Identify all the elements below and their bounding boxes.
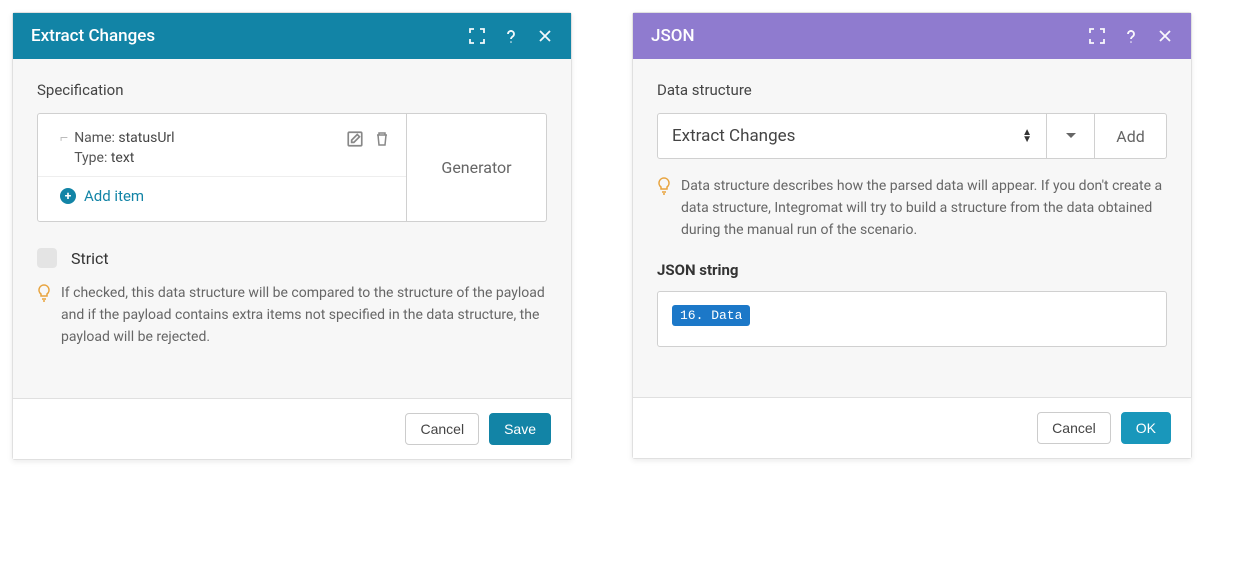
spec-type-line: Type: text xyxy=(74,148,346,168)
add-item-label: Add item xyxy=(84,187,144,205)
plus-circle-icon: + xyxy=(60,188,76,204)
json-pill[interactable]: 16. Data xyxy=(672,305,750,326)
lightbulb-icon xyxy=(657,177,671,195)
spec-name-line: Name: statusUrl xyxy=(74,128,346,148)
expand-icon[interactable] xyxy=(469,28,485,44)
delete-icon[interactable] xyxy=(374,130,390,148)
panel-title: Extract Changes xyxy=(31,26,469,46)
panel-body: Specification ⌐ Name: statusUrl Type: te… xyxy=(13,59,571,398)
data-structure-hint: Data structure describes how the parsed … xyxy=(657,175,1167,241)
data-structure-label: Data structure xyxy=(657,81,1167,99)
strict-hint-text: If checked, this data structure will be … xyxy=(61,282,547,348)
data-structure-hint-text: Data structure describes how the parsed … xyxy=(681,175,1167,241)
save-button[interactable]: Save xyxy=(489,413,551,445)
close-icon[interactable] xyxy=(1157,28,1173,44)
panel-title: JSON xyxy=(651,26,1089,46)
dropdown-button[interactable] xyxy=(1046,114,1094,158)
bracket-icon: ⌐ xyxy=(60,130,68,146)
close-icon[interactable] xyxy=(537,28,553,44)
specification-box: ⌐ Name: statusUrl Type: text xyxy=(37,113,547,222)
spec-actions xyxy=(346,130,390,148)
data-structure-select-row: Extract Changes ▲▼ Add xyxy=(657,113,1167,159)
json-string-input[interactable]: 16. Data xyxy=(657,291,1167,347)
chevron-down-icon xyxy=(1065,132,1077,140)
json-panel: JSON Data structure Extract Changes ▲▼ xyxy=(632,12,1192,459)
spec-left: ⌐ Name: statusUrl Type: text xyxy=(38,114,406,221)
panel-footer: Cancel OK xyxy=(633,397,1191,458)
lightbulb-icon xyxy=(37,284,51,302)
data-structure-select[interactable]: Extract Changes ▲▼ xyxy=(658,114,1046,158)
select-value: Extract Changes xyxy=(672,126,795,146)
strict-checkbox[interactable] xyxy=(37,248,57,268)
cancel-button[interactable]: Cancel xyxy=(1037,412,1111,444)
add-label: Add xyxy=(1116,127,1144,146)
spec-type-key: Type: xyxy=(74,150,107,166)
spec-name-val: statusUrl xyxy=(118,130,174,146)
help-icon[interactable] xyxy=(1123,28,1139,44)
generator-label: Generator xyxy=(441,158,511,177)
spec-lines: Name: statusUrl Type: text xyxy=(74,128,346,168)
panel-body: Data structure Extract Changes ▲▼ Add Da… xyxy=(633,59,1191,397)
help-icon[interactable] xyxy=(503,28,519,44)
strict-row: Strict xyxy=(37,248,547,268)
ok-button[interactable]: OK xyxy=(1121,412,1171,444)
spec-type-val: text xyxy=(111,150,135,166)
sort-icon: ▲▼ xyxy=(1022,129,1032,143)
header-icons xyxy=(469,28,553,44)
panel-header: JSON xyxy=(633,13,1191,59)
extract-changes-panel: Extract Changes Specification ⌐ Name: xyxy=(12,12,572,460)
panel-footer: Cancel Save xyxy=(13,398,571,459)
edit-icon[interactable] xyxy=(346,130,364,148)
panel-header: Extract Changes xyxy=(13,13,571,59)
strict-hint: If checked, this data structure will be … xyxy=(37,282,547,348)
specification-label: Specification xyxy=(37,81,547,99)
header-icons xyxy=(1089,28,1173,44)
strict-label: Strict xyxy=(71,249,109,268)
json-string-label: JSON string xyxy=(657,261,1167,279)
add-item-button[interactable]: + Add item xyxy=(38,177,406,215)
generator-button[interactable]: Generator xyxy=(406,114,546,221)
cancel-button[interactable]: Cancel xyxy=(405,413,479,445)
spec-name-key: Name: xyxy=(74,130,115,146)
spec-item: ⌐ Name: statusUrl Type: text xyxy=(38,120,406,177)
expand-icon[interactable] xyxy=(1089,28,1105,44)
add-button[interactable]: Add xyxy=(1094,114,1166,158)
